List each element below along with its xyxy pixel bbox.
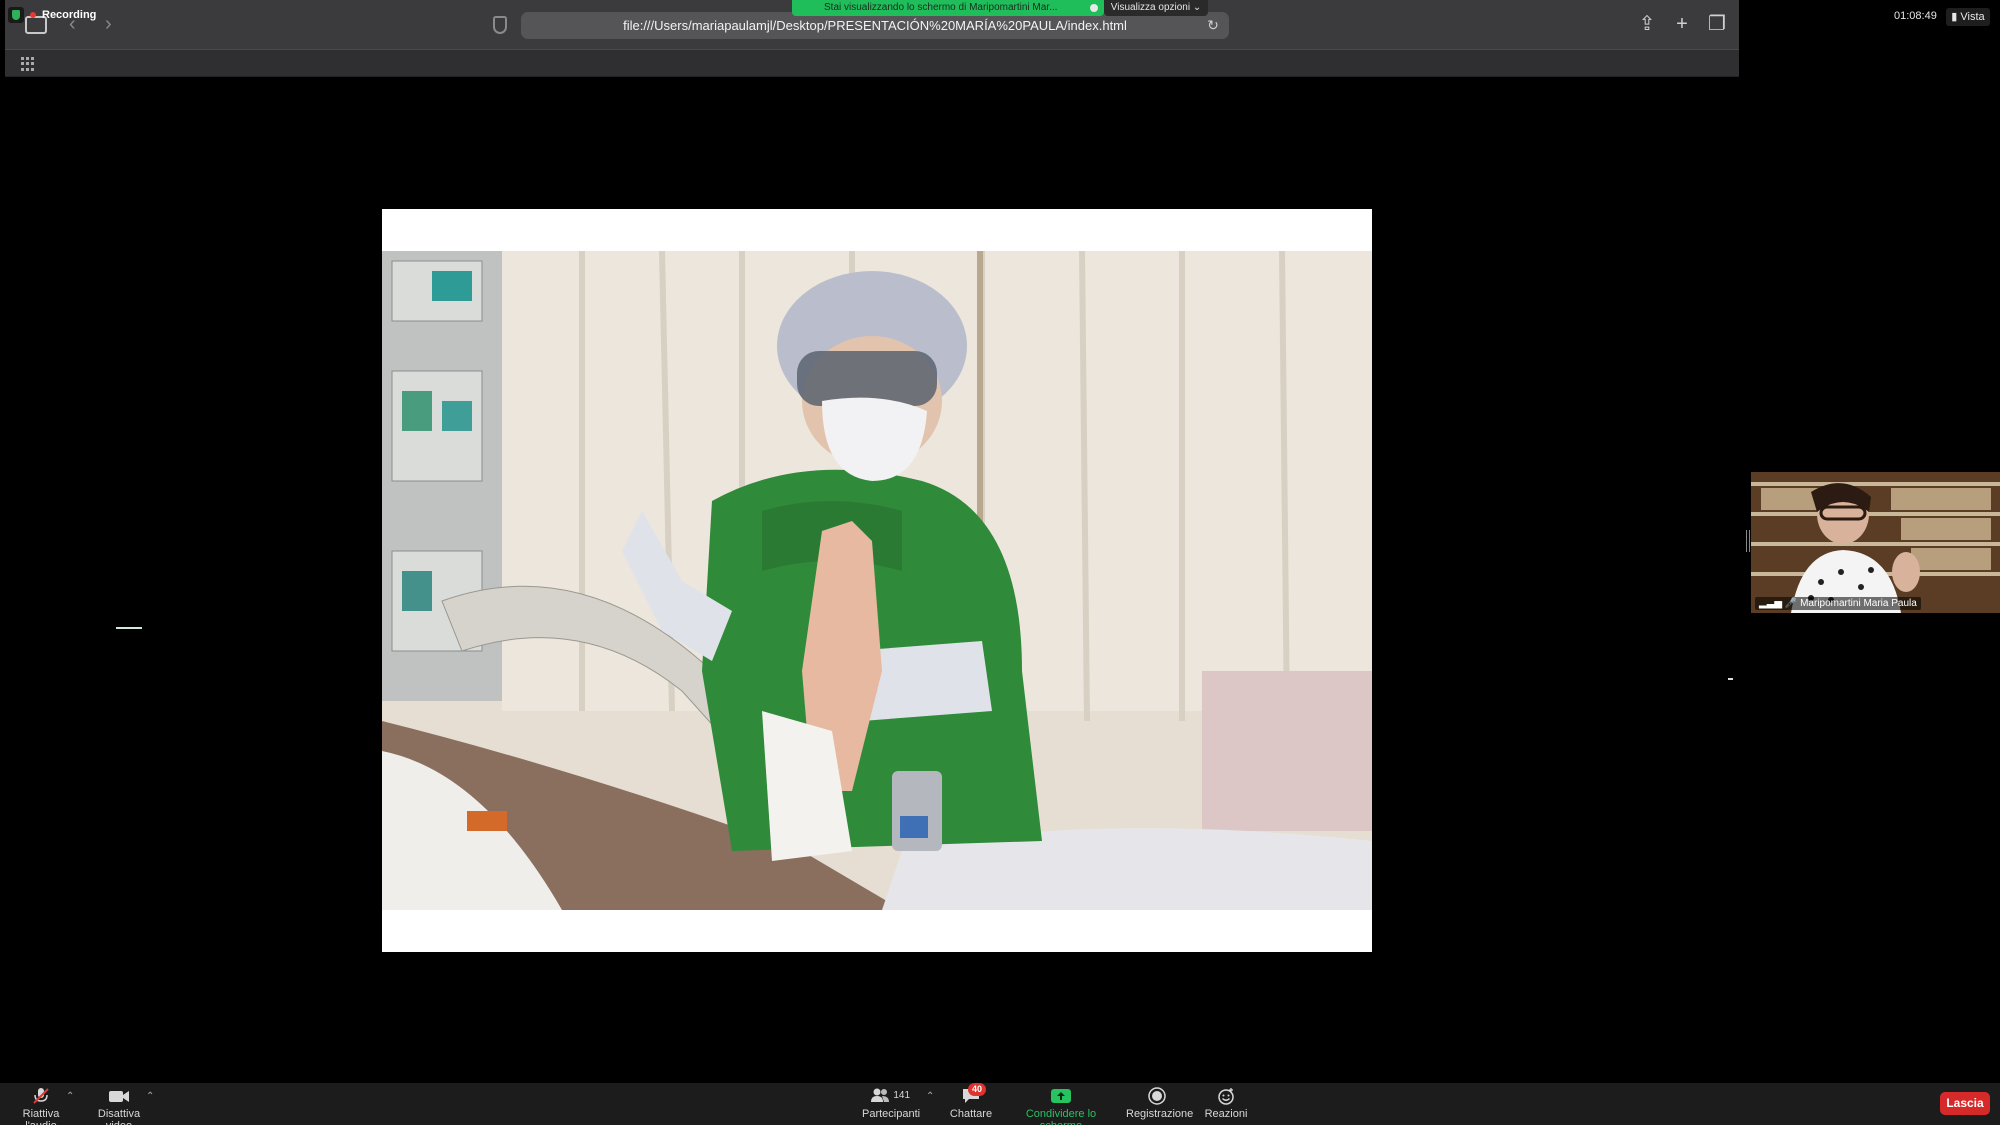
view-icon: ▮: [1951, 11, 1958, 23]
shared-screen: ‹ › file:///Users/mariapaulamjl/Desktop/…: [5, 0, 1739, 1083]
reactions-icon: [1218, 1088, 1234, 1105]
participant-video-tile[interactable]: ▂▃▅ 🎤 Maripomartini Maria Paula: [1751, 472, 2000, 613]
slide-photo: [382, 251, 1372, 910]
video-label: Disattiva video: [97, 1108, 141, 1125]
leave-button[interactable]: Lascia: [1940, 1092, 1990, 1115]
participants-icon: [870, 1088, 889, 1102]
view-button[interactable]: ▮ Vista: [1946, 8, 1990, 26]
share-screen-label: Condividere lo schermo: [1025, 1108, 1097, 1125]
tabs-icon[interactable]: ❐: [1705, 12, 1729, 36]
chat-label: Chattare: [949, 1108, 993, 1120]
record-dot-icon: [30, 12, 36, 18]
participant-name: ▂▃▅ 🎤 Maripomartini Maria Paula: [1755, 597, 1921, 610]
plus-icon[interactable]: +: [1670, 12, 1694, 36]
stop-video-button[interactable]: Disattiva video: [86, 1087, 152, 1125]
banner-dot-icon: [1090, 4, 1098, 12]
participants-count: 141: [893, 1090, 911, 1101]
security-shield-icon: [8, 7, 24, 23]
shield-icon: [493, 16, 507, 34]
meeting-timer: 01:08:49: [1894, 10, 1937, 22]
share-screen-button[interactable]: Condividere lo schermo: [1008, 1087, 1114, 1125]
stray-mark: [1728, 678, 1733, 680]
chat-badge: 40: [968, 1083, 987, 1096]
share-screen-icon: [1051, 1089, 1071, 1103]
unmute-button[interactable]: Riattiva l'audio: [8, 1087, 74, 1125]
audio-options-caret[interactable]: ⌃: [66, 1091, 74, 1102]
recording-label: Recording: [42, 9, 97, 21]
stray-mark: [116, 627, 142, 629]
recording-indicator[interactable]: Recording: [8, 7, 96, 23]
video-icon: [109, 1091, 129, 1102]
share-icon[interactable]: ⇪: [1635, 12, 1659, 36]
address-bar[interactable]: file:///Users/mariapaulamjl/Desktop/PRES…: [521, 12, 1229, 39]
participants-options-caret[interactable]: ⌃: [926, 1091, 934, 1102]
mic-muted-icon: [33, 1088, 49, 1104]
reactions-button[interactable]: Reazioni: [1204, 1087, 1248, 1120]
video-options-caret[interactable]: ⌃: [146, 1091, 154, 1102]
zoom-window: ‹ › file:///Users/mariapaulamjl/Desktop/…: [0, 0, 2000, 1125]
record-label: Registrazione: [1126, 1108, 1194, 1120]
view-button-label: Vista: [1960, 11, 1985, 23]
forward-icon[interactable]: ›: [105, 14, 112, 34]
mic-muted-small-icon: 🎤: [1784, 598, 1798, 609]
unmute-label: Riattiva l'audio: [22, 1108, 60, 1125]
panel-drag-handle[interactable]: [1746, 530, 1750, 552]
url-text: file:///Users/mariapaulamjl/Desktop/PRES…: [623, 18, 1127, 33]
presentation-slide: [382, 209, 1372, 952]
reload-icon[interactable]: ↻: [1205, 17, 1221, 33]
view-options-button[interactable]: Visualizza opzioni ⌄: [1104, 0, 1208, 16]
favorites-bar: [5, 50, 1739, 77]
record-icon: [1148, 1087, 1166, 1105]
grid-icon[interactable]: [21, 57, 35, 71]
sharing-banner-text: Stai visualizzando lo schermo di Maripom…: [824, 2, 1058, 13]
meeting-toolbar: Riattiva l'audio ⌃ Disattiva video ⌃ 141…: [0, 1083, 2000, 1125]
reactions-label: Reazioni: [1204, 1108, 1248, 1120]
chat-button[interactable]: 40 Chattare: [948, 1083, 994, 1120]
signal-icon: ▂▃▅: [1759, 598, 1783, 609]
sharing-banner: Stai visualizzando lo schermo di Maripom…: [792, 0, 1104, 16]
participants-label: Partecipanti: [862, 1108, 921, 1120]
participants-button[interactable]: 141 Partecipanti: [862, 1087, 921, 1120]
record-button[interactable]: Registrazione: [1126, 1087, 1193, 1120]
